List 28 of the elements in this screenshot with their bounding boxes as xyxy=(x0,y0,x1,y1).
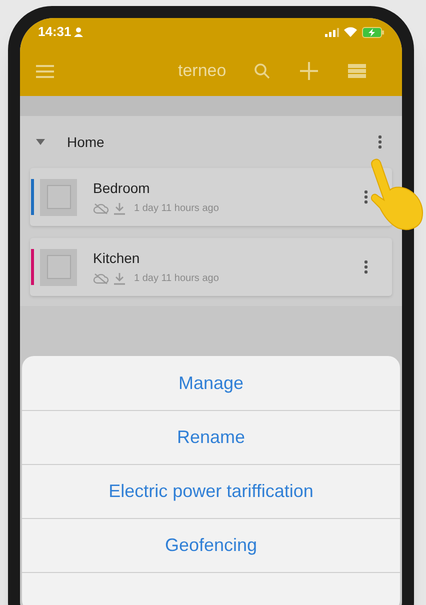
device-name: Bedroom xyxy=(93,179,151,198)
signal-icon xyxy=(325,28,339,36)
last-update-time: 1 day 11 hours ago xyxy=(134,272,219,286)
thermostat-image xyxy=(40,248,77,286)
cloud-off-icon xyxy=(93,203,109,214)
last-update-time: 1 day 11 hours ago xyxy=(134,202,219,216)
collapse-caret-icon[interactable] xyxy=(36,139,45,145)
person-icon xyxy=(74,27,84,37)
download-icon xyxy=(114,202,125,214)
pointing-hand-icon xyxy=(368,156,424,232)
app-title: terneo xyxy=(178,60,226,82)
device-name: Kitchen xyxy=(93,249,141,268)
more-icon[interactable] xyxy=(364,260,368,274)
download-icon xyxy=(114,272,125,284)
battery-icon xyxy=(362,26,384,38)
more-icon[interactable] xyxy=(364,190,368,204)
action-sheet-option[interactable]: Electric power tariffication xyxy=(22,464,400,518)
action-sheet-option[interactable]: Manage xyxy=(22,356,400,410)
more-icon[interactable] xyxy=(378,135,382,149)
action-sheet-option[interactable]: Rename xyxy=(22,410,400,464)
wifi-icon xyxy=(344,27,357,37)
action-sheet-option[interactable]: Geofencing xyxy=(22,518,400,572)
thermostat-image xyxy=(40,178,77,216)
device-card[interactable]: Kitchen 1 day 11 hours ago xyxy=(30,238,392,296)
device-card[interactable]: Bedroom 1 day 11 hours ago xyxy=(30,168,392,226)
group-name: Home xyxy=(67,132,106,152)
status-time: 14:31 xyxy=(38,23,72,42)
cloud-off-icon xyxy=(93,273,109,284)
